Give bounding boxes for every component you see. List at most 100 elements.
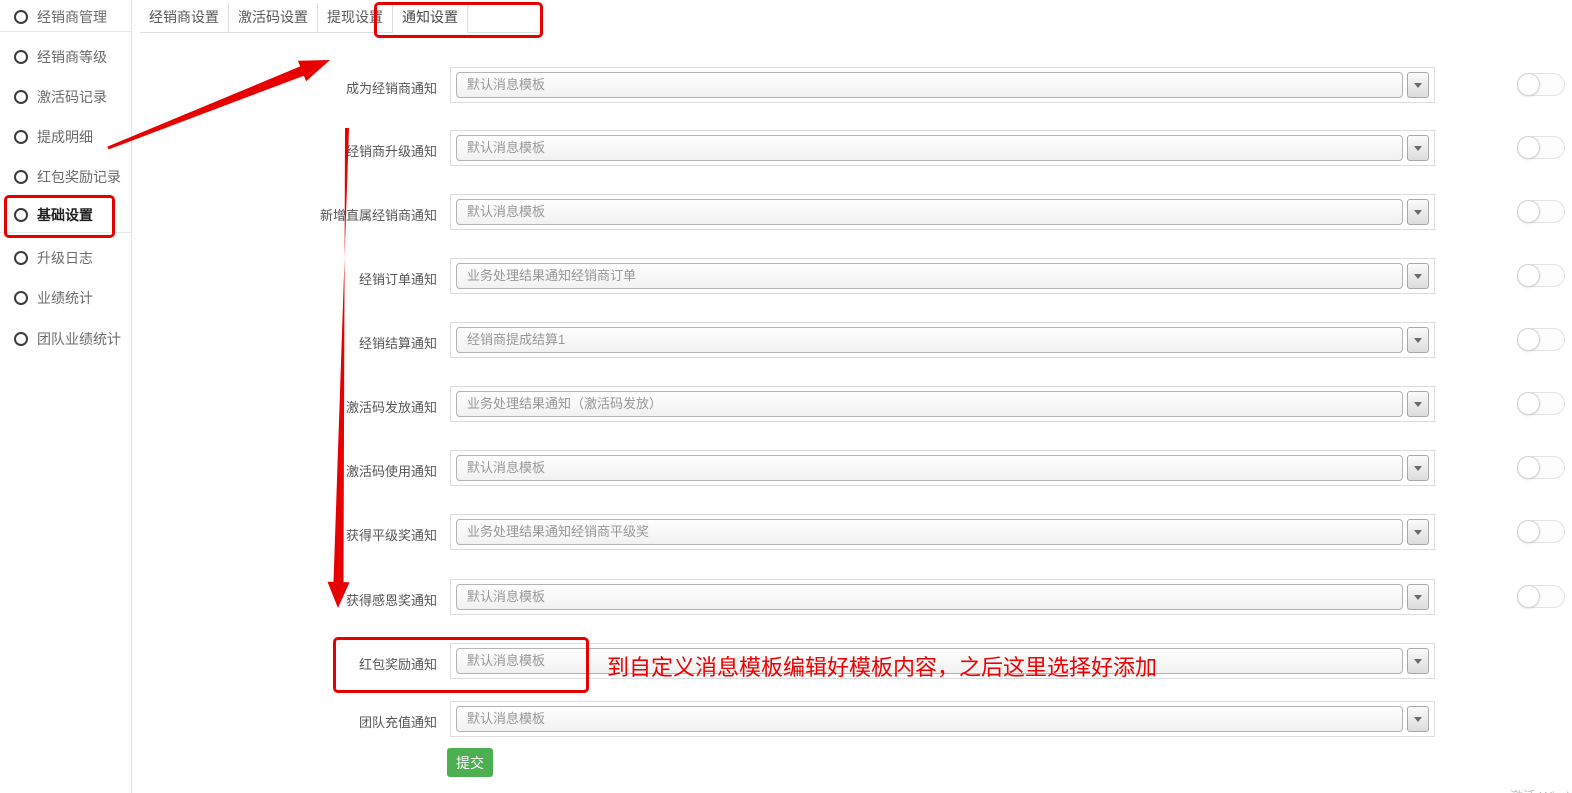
sidebar-separator xyxy=(0,31,131,32)
toggle-knob xyxy=(1517,520,1540,543)
notify-toggle[interactable] xyxy=(1517,456,1565,479)
dropdown-value: 默认消息模板 xyxy=(457,136,1402,160)
dropdown-container: 默认消息模板 xyxy=(450,701,1435,737)
notify-toggle[interactable] xyxy=(1517,585,1565,608)
dropdown-container: 经销商提成结算1 xyxy=(450,322,1435,358)
field-label: 红包奖励通知 xyxy=(157,654,437,673)
field-label: 激活码使用通知 xyxy=(157,461,437,480)
notify-toggle[interactable] xyxy=(1517,520,1565,543)
field-label: 经销结算通知 xyxy=(157,333,437,352)
dropdown-container: 默认消息模板 xyxy=(450,130,1435,166)
chevron-down-icon xyxy=(1414,338,1422,343)
dropdown-value: 默认消息模板 xyxy=(457,73,1402,97)
form-row: 获得平级奖通知 业务处理结果通知经销商平级奖 xyxy=(0,514,1572,550)
notify-toggle[interactable] xyxy=(1517,73,1565,96)
toggle-knob xyxy=(1517,392,1540,415)
template-select[interactable]: 业务处理结果通知（激活码发放） xyxy=(456,391,1403,417)
dropdown-arrow-button[interactable] xyxy=(1407,706,1429,732)
dropdown-value: 默认消息模板 xyxy=(457,707,1402,731)
tab-bar: 经销商设置 激活码设置 提现设置 通知设置 xyxy=(140,3,540,33)
dropdown-arrow-button[interactable] xyxy=(1407,72,1429,98)
dropdown-value: 默认消息模板 xyxy=(457,456,1402,480)
dropdown-arrow-button[interactable] xyxy=(1407,455,1429,481)
template-select[interactable]: 经销商提成结算1 xyxy=(456,327,1403,353)
tab-0[interactable]: 经销商设置 xyxy=(140,3,229,32)
chevron-down-icon xyxy=(1414,595,1422,600)
notification-settings-page: 经销商管理 经销商等级 激活码记录 提成明细 红包奖励记录 基础设置 升级日志 … xyxy=(0,0,1572,793)
field-label: 新增直属经销商通知 xyxy=(157,205,437,224)
sidebar-item-4[interactable]: 红包奖励记录 xyxy=(0,164,131,190)
circle-icon xyxy=(14,10,28,24)
tab-1[interactable]: 激活码设置 xyxy=(229,3,318,32)
chevron-down-icon xyxy=(1414,146,1422,151)
dropdown-value: 业务处理结果通知（激活码发放） xyxy=(457,392,1402,416)
dropdown-arrow-button[interactable] xyxy=(1407,648,1429,674)
dropdown-arrow-button[interactable] xyxy=(1407,519,1429,545)
dropdown-container: 业务处理结果通知经销商平级奖 xyxy=(450,514,1435,550)
dropdown-arrow-button[interactable] xyxy=(1407,584,1429,610)
toggle-knob xyxy=(1517,456,1540,479)
template-select[interactable]: 业务处理结果通知经销商平级奖 xyxy=(456,519,1403,545)
toggle-knob xyxy=(1517,200,1540,223)
field-label: 获得平级奖通知 xyxy=(157,525,437,544)
dropdown-arrow-button[interactable] xyxy=(1407,391,1429,417)
notify-toggle[interactable] xyxy=(1517,264,1565,287)
watermark-fragment: 激活 Windows xyxy=(1510,786,1572,793)
chevron-down-icon xyxy=(1414,210,1422,215)
dropdown-arrow-button[interactable] xyxy=(1407,199,1429,225)
template-select[interactable]: 默认消息模板 xyxy=(456,135,1403,161)
annotation-note: 到自定义消息模板编辑好模板内容，之后这里选择好添加 xyxy=(607,650,1157,682)
chevron-down-icon xyxy=(1414,659,1422,664)
dropdown-container: 业务处理结果通知（激活码发放） xyxy=(450,386,1435,422)
sidebar-item-label: 经销商等级 xyxy=(37,47,107,67)
chevron-down-icon xyxy=(1414,274,1422,279)
sidebar-separator xyxy=(0,232,131,233)
chevron-down-icon xyxy=(1414,530,1422,535)
template-select[interactable]: 默认消息模板 xyxy=(456,72,1403,98)
form-row: 团队充值通知 默认消息模板 xyxy=(0,701,1572,737)
toggle-knob xyxy=(1517,264,1540,287)
dropdown-container: 默认消息模板 xyxy=(450,450,1435,486)
dropdown-value: 业务处理结果通知经销商平级奖 xyxy=(457,520,1402,544)
notify-toggle[interactable] xyxy=(1517,136,1565,159)
toggle-knob xyxy=(1517,73,1540,96)
chevron-down-icon xyxy=(1414,83,1422,88)
field-label: 团队充值通知 xyxy=(157,712,437,731)
dropdown-container: 业务处理结果通知经销商订单 xyxy=(450,258,1435,294)
dropdown-value: 业务处理结果通知经销商订单 xyxy=(457,264,1402,288)
chevron-down-icon xyxy=(1414,466,1422,471)
submit-button[interactable]: 提交 xyxy=(447,748,493,777)
chevron-down-icon xyxy=(1414,402,1422,407)
dropdown-container: 默认消息模板 xyxy=(450,67,1435,103)
toggle-knob xyxy=(1517,328,1540,351)
field-label: 获得感恩奖通知 xyxy=(157,590,437,609)
template-select[interactable]: 业务处理结果通知经销商订单 xyxy=(456,263,1403,289)
dropdown-arrow-button[interactable] xyxy=(1407,327,1429,353)
dropdown-container: 默认消息模板 xyxy=(450,194,1435,230)
notify-toggle[interactable] xyxy=(1517,392,1565,415)
tab-3[interactable]: 通知设置 xyxy=(393,3,468,33)
form-row: 新增直属经销商通知 默认消息模板 xyxy=(0,194,1572,230)
form-row: 激活码使用通知 默认消息模板 xyxy=(0,450,1572,486)
sidebar-item-0[interactable]: 经销商管理 xyxy=(0,4,131,30)
form-row: 成为经销商通知 默认消息模板 xyxy=(0,67,1572,103)
field-label: 激活码发放通知 xyxy=(157,397,437,416)
tab-2[interactable]: 提现设置 xyxy=(318,3,393,32)
template-select[interactable]: 默认消息模板 xyxy=(456,706,1403,732)
template-select[interactable]: 默认消息模板 xyxy=(456,199,1403,225)
dropdown-arrow-button[interactable] xyxy=(1407,263,1429,289)
toggle-knob xyxy=(1517,585,1540,608)
circle-icon xyxy=(14,50,28,64)
notify-toggle[interactable] xyxy=(1517,200,1565,223)
dropdown-value: 经销商提成结算1 xyxy=(457,328,1402,352)
form-row: 经销商升级通知 默认消息模板 xyxy=(0,130,1572,166)
dropdown-arrow-button[interactable] xyxy=(1407,135,1429,161)
template-select[interactable]: 默认消息模板 xyxy=(456,455,1403,481)
sidebar-item-label: 经销商管理 xyxy=(37,7,107,27)
toggle-knob xyxy=(1517,136,1540,159)
notify-toggle[interactable] xyxy=(1517,328,1565,351)
form-row: 激活码发放通知 业务处理结果通知（激活码发放） xyxy=(0,386,1572,422)
dropdown-value: 默认消息模板 xyxy=(457,585,1402,609)
template-select[interactable]: 默认消息模板 xyxy=(456,584,1403,610)
form-row: 经销结算通知 经销商提成结算1 xyxy=(0,322,1572,358)
